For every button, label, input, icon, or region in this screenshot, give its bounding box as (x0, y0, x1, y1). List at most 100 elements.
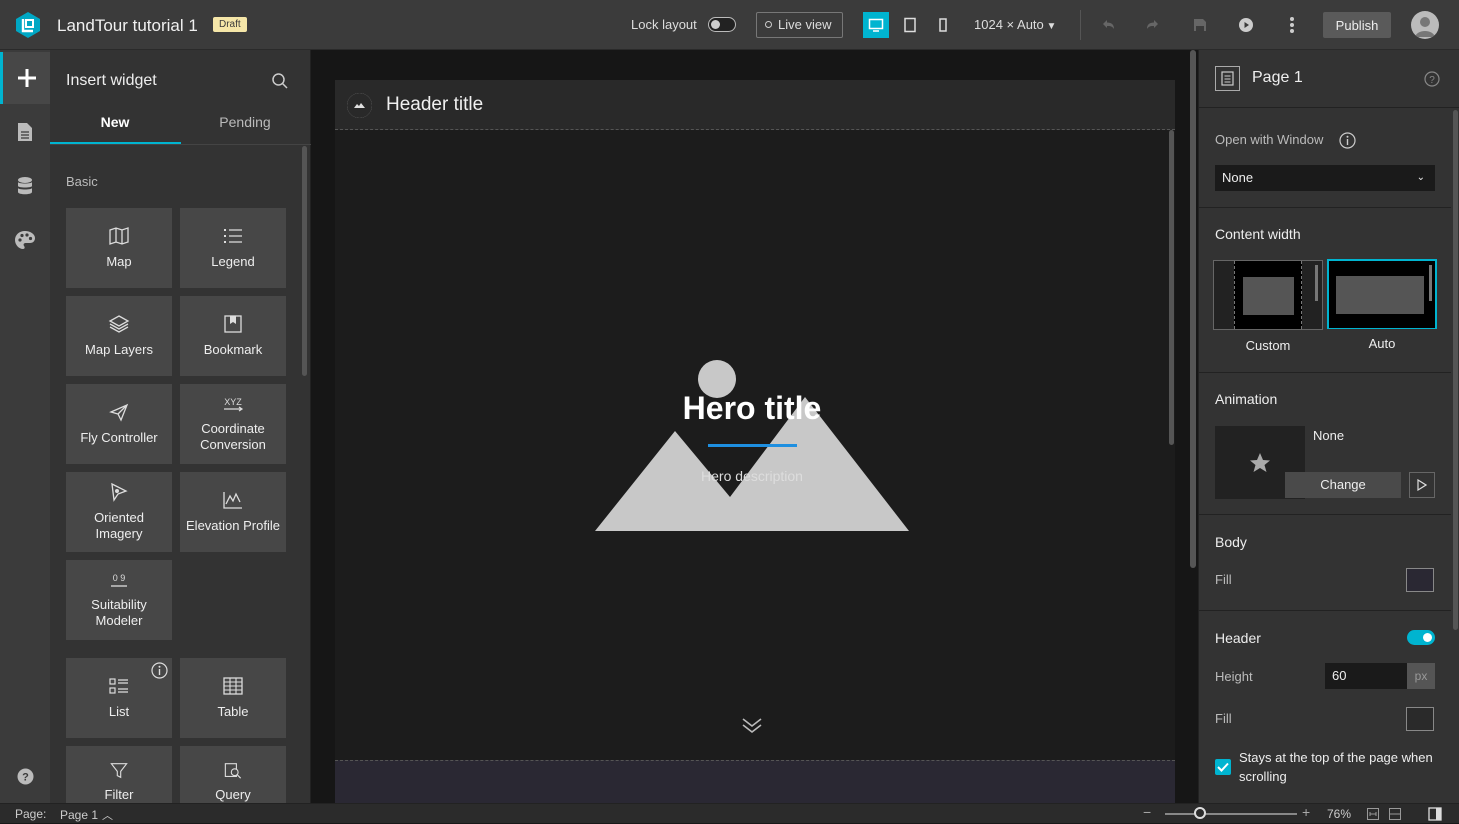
content-width-custom-option[interactable] (1213, 260, 1323, 330)
content-width-auto-option[interactable] (1327, 259, 1437, 329)
app-title[interactable]: LandTour tutorial 1 (57, 16, 198, 36)
resolution-dropdown[interactable]: 1024 × Auto ▼ (974, 17, 1056, 32)
page-canvas[interactable]: Header title Hero title Hero description (335, 80, 1175, 803)
play-animation-button[interactable] (1409, 472, 1435, 498)
scroll-down-chevron-icon[interactable] (740, 715, 764, 740)
zoom-value: 76% (1327, 807, 1352, 821)
content-width-label: Content width (1215, 226, 1301, 242)
page-scrollbar[interactable] (1169, 130, 1174, 445)
section-label: Basic (66, 174, 98, 189)
widget-label: Bookmark (203, 342, 263, 357)
widget-label: Query (215, 787, 251, 802)
svg-text:?: ? (22, 771, 29, 783)
app-logo-icon[interactable] (14, 11, 42, 39)
animation-section: Animation None Change (1199, 373, 1451, 515)
more-options-button[interactable] (1280, 13, 1304, 37)
redo-button[interactable] (1141, 13, 1165, 37)
header-toggle[interactable] (1407, 630, 1435, 645)
canvas-scrollbar[interactable] (1190, 50, 1196, 568)
widget-oriented-imagery[interactable]: Oriented Imagery (66, 472, 172, 552)
redo-icon (1147, 20, 1158, 29)
widget-map-layers[interactable]: Map Layers (66, 296, 172, 376)
fit-height-button[interactable] (1388, 807, 1402, 821)
search-button[interactable] (271, 72, 289, 95)
widget-bookmark[interactable]: Bookmark (180, 296, 286, 376)
info-icon[interactable] (151, 662, 168, 691)
sticky-header-label: Stays at the top of the page when scroll… (1239, 750, 1433, 784)
hero-description[interactable]: Hero description (335, 468, 1169, 484)
lock-layout-toggle[interactable] (708, 17, 736, 32)
widget-query[interactable]: Query (180, 746, 286, 803)
zoom-slider[interactable] (1165, 813, 1297, 815)
avatar[interactable] (1411, 11, 1439, 39)
widget-label: Map (106, 254, 132, 269)
preview-button[interactable] (1234, 13, 1258, 37)
tablet-device-button[interactable] (897, 12, 923, 38)
data-icon (18, 177, 32, 195)
live-view-button[interactable]: Live view (756, 12, 843, 38)
panel-scrollbar[interactable] (1453, 110, 1458, 630)
zoom-in-button[interactable]: + (1302, 804, 1310, 820)
header-logo-icon[interactable] (347, 93, 372, 118)
widget-suitability-modeler[interactable]: 0 9 Suitability Modeler (66, 560, 172, 640)
fit-width-button[interactable] (1366, 807, 1380, 821)
hero-title[interactable]: Hero title (335, 390, 1169, 427)
page-body-section[interactable] (335, 760, 1175, 803)
more-vertical-icon (1290, 17, 1294, 33)
rail-pages[interactable] (0, 106, 50, 158)
undo-button[interactable] (1096, 13, 1120, 37)
header-height-input[interactable]: 60 (1325, 663, 1407, 689)
widget-label: Elevation Profile (186, 518, 280, 533)
fly-icon (109, 403, 129, 422)
zoom-slider-handle[interactable] (1194, 807, 1206, 819)
change-animation-button[interactable]: Change (1285, 472, 1401, 498)
rail-help[interactable]: ? (0, 750, 50, 802)
tab-new[interactable]: New (50, 114, 180, 130)
publish-button[interactable]: Publish (1323, 12, 1391, 38)
body-fill-color-swatch[interactable] (1406, 568, 1434, 592)
widget-list[interactable]: List (66, 658, 172, 738)
canvas-area: Header title Hero title Hero description (311, 50, 1198, 803)
phone-icon (939, 18, 947, 32)
help-icon[interactable]: ? (1424, 71, 1440, 92)
add-icon (17, 69, 36, 87)
rail-theme[interactable] (0, 214, 50, 266)
legend-icon (224, 229, 242, 243)
page-label: Page: (15, 807, 47, 821)
play-circle-icon (1239, 18, 1253, 32)
open-with-window-label: Open with Window (1215, 132, 1324, 147)
widget-map[interactable]: Map (66, 208, 172, 288)
theme-icon (15, 231, 35, 249)
widget-coordinate-conversion[interactable]: XYZ Coordinate Conversion (180, 384, 286, 464)
save-button[interactable] (1188, 13, 1212, 37)
widget-label: Filter (104, 787, 134, 802)
widget-legend[interactable]: Legend (180, 208, 286, 288)
header-title[interactable]: Header title (386, 94, 483, 116)
phone-device-button[interactable] (930, 12, 956, 38)
page-header[interactable]: Header title (335, 80, 1175, 130)
widget-table[interactable]: Table (180, 658, 286, 738)
tab-pending[interactable]: Pending (180, 114, 310, 130)
widget-fly-controller[interactable]: Fly Controller (66, 384, 172, 464)
rail-data[interactable] (0, 160, 50, 212)
info-icon[interactable] (1339, 132, 1356, 154)
rail-add-widget[interactable] (0, 52, 50, 104)
select-value: None (1222, 170, 1254, 185)
widget-label: Fly Controller (80, 430, 158, 445)
checkmark-icon (1217, 762, 1229, 772)
zoom-out-button[interactable]: − (1143, 804, 1151, 820)
open-with-window-select[interactable]: None ⌄ (1215, 165, 1435, 191)
scrollbar[interactable] (302, 146, 307, 376)
widget-elevation-profile[interactable]: Elevation Profile (180, 472, 286, 552)
toggle-panel-button[interactable] (1428, 807, 1442, 821)
page-selector[interactable]: Page 1 ︿ (60, 807, 113, 823)
search-icon (272, 73, 288, 89)
widget-filter[interactable]: Filter (66, 746, 172, 803)
sticky-header-checkbox[interactable] (1215, 759, 1231, 775)
height-label: Height (1215, 669, 1253, 684)
desktop-device-button[interactable] (863, 12, 889, 38)
coordinate-icon: XYZ (224, 397, 244, 412)
page-icon (1215, 66, 1240, 91)
header-fill-color-swatch[interactable] (1406, 707, 1434, 731)
page-title[interactable]: Page 1 (1252, 69, 1303, 87)
